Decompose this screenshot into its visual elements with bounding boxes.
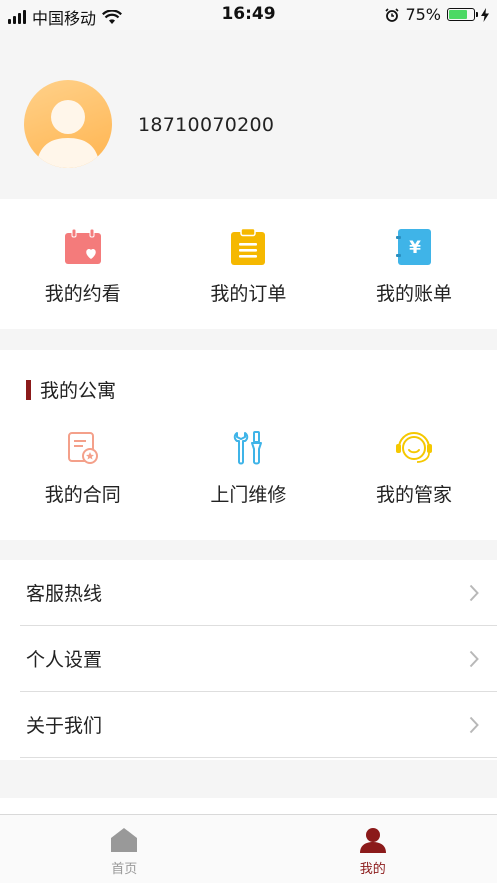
tab-label: 我的 [359, 862, 386, 877]
charging-bolt-icon [481, 7, 489, 22]
battery-percent: 75% [405, 5, 441, 24]
user-avatar-icon[interactable] [24, 80, 112, 168]
chevron-right-icon [469, 716, 479, 733]
quick-action-label: 我的约看 [44, 283, 121, 305]
user-phone[interactable]: 18710070200 [138, 114, 274, 136]
app-root: 中国移动 16:49 75% 18710070200 我的约看 我的订单 ¥ 我… [0, 0, 497, 883]
quick-actions-card: 我的约看 我的订单 ¥ 我的账单 [0, 199, 497, 329]
clipboard-icon [228, 227, 268, 267]
home-icon [111, 828, 138, 852]
apartment-butler[interactable]: 我的管家 [331, 428, 497, 507]
apartment-repair[interactable]: 上门维修 [166, 428, 332, 507]
yuan-bill-icon: ¥ [394, 227, 434, 267]
menu-row-label: 客服热线 [26, 583, 103, 605]
bottom-tab-bar: 首页 我的 [0, 814, 497, 883]
quick-action-bills[interactable]: ¥ 我的账单 [331, 227, 497, 306]
chevron-right-icon [469, 584, 479, 601]
repair-tools-icon [228, 428, 268, 468]
apartment-item-label: 我的管家 [375, 484, 452, 506]
quick-action-label: 我的订单 [210, 283, 287, 305]
battery-fill [449, 10, 467, 19]
user-icon [359, 828, 386, 853]
contract-icon [63, 428, 103, 468]
menu-row-about[interactable]: 关于我们 [20, 692, 497, 758]
quick-action-appointments[interactable]: 我的约看 [0, 227, 166, 306]
status-right: 75% [385, 5, 489, 24]
tab-home[interactable]: 首页 [0, 815, 249, 883]
section-accent-bar [26, 379, 31, 400]
quick-action-orders[interactable]: 我的订单 [166, 227, 332, 306]
apartment-item-label: 我的合同 [44, 484, 121, 506]
apartment-item-label: 上门维修 [210, 484, 287, 506]
tab-label: 首页 [111, 862, 138, 877]
profile-header: 18710070200 [0, 30, 497, 198]
chevron-right-icon [469, 650, 479, 667]
apartment-contract[interactable]: 我的合同 [0, 428, 166, 507]
apartment-title: 我的公寓 [40, 380, 117, 402]
menu-row-settings[interactable]: 个人设置 [20, 626, 497, 692]
quick-action-label: 我的账单 [375, 283, 452, 305]
bottom-spacer [0, 798, 497, 814]
tab-mine[interactable]: 我的 [249, 815, 497, 883]
menu-row-label: 个人设置 [26, 649, 103, 671]
butler-headset-icon [394, 428, 434, 468]
svg-text:¥: ¥ [409, 238, 421, 258]
calendar-heart-icon [63, 227, 103, 267]
status-bar: 中国移动 16:49 75% [0, 0, 497, 30]
menu-row-label: 关于我们 [26, 715, 103, 737]
apartment-card: 我的公寓 我的合同 上门维修 我的管家 [0, 350, 497, 540]
battery-icon [447, 8, 478, 21]
menu-list-card: 客服热线 个人设置 关于我们 [0, 560, 497, 760]
menu-row-hotline[interactable]: 客服热线 [20, 560, 497, 626]
alarm-icon [385, 7, 400, 22]
apartment-section-title: 我的公寓 [26, 376, 116, 403]
